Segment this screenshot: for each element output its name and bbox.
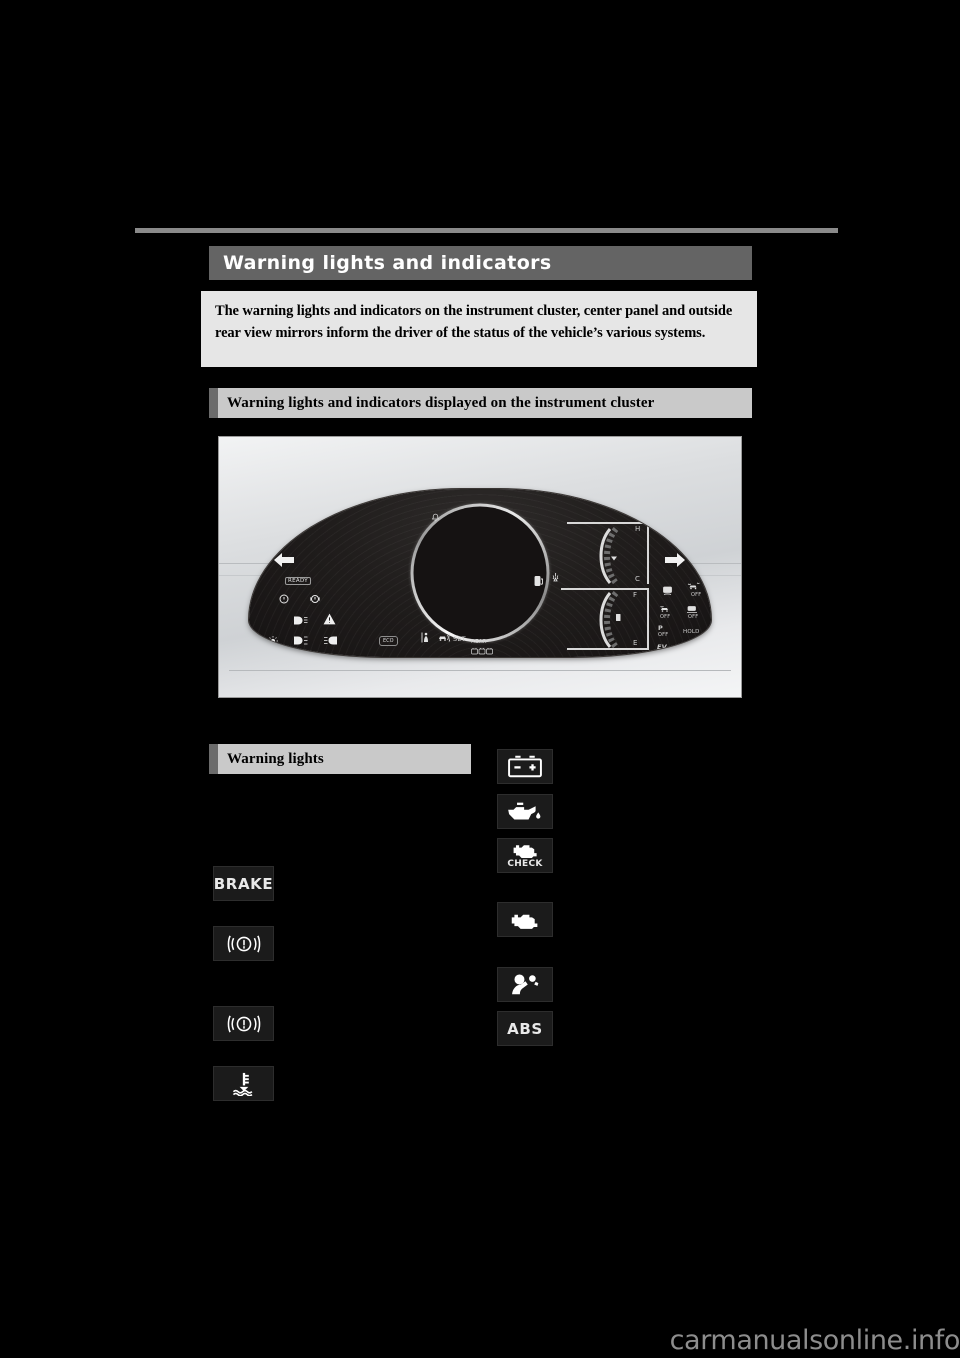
- eco-mode-indicator: ECO: [379, 636, 398, 646]
- brake-warning-light: BRAKE: [213, 866, 274, 901]
- coolant-gauge-low-label: C: [635, 575, 641, 583]
- parking-brake-warning-light: [213, 1006, 274, 1041]
- power-steering-icon: [280, 656, 294, 657]
- brake-hold-icon: [683, 641, 693, 651]
- coolant-gauge-high-label: H: [635, 525, 641, 533]
- bsm-indicator: BSM: [710, 644, 711, 651]
- instrument-cluster-figure: READY ECO SET REAR H C F E OFF OFF OFF P…: [218, 436, 742, 698]
- page-title-text: Warning lights and indicators: [223, 252, 552, 274]
- check-engine-label: CHECK: [507, 859, 543, 869]
- brake-hold-label: HOLD: [682, 651, 698, 657]
- brake-circle-icon: [227, 935, 260, 952]
- traction-off-icon: [659, 604, 671, 614]
- section-description: The warning lights and indicators on the…: [201, 291, 757, 367]
- pcs-off-label: OFF: [688, 614, 699, 620]
- fuel-gauge-right-rail: [647, 588, 649, 650]
- subheading-cluster-text: Warning lights and indicators displayed …: [227, 394, 655, 411]
- tail-light-icon: [267, 635, 279, 647]
- high-beam-icon: [293, 635, 308, 646]
- header-rule: [135, 228, 838, 233]
- engine-icon: [513, 845, 537, 858]
- page-title: Warning lights and indicators: [209, 246, 752, 280]
- high-coolant-temperature-warning-light: [213, 1066, 274, 1101]
- cruise-control-icon: [437, 632, 450, 643]
- master-warning-icon: [323, 613, 336, 625]
- section-description-text: The warning lights and indicators on the…: [215, 303, 733, 341]
- traction-off-label: OFF: [660, 614, 671, 620]
- charging-system-warning-light: [497, 749, 553, 784]
- fog-light-icon: [323, 635, 338, 646]
- srs-airbag-icon: [255, 656, 267, 657]
- coolant-temp-icon: [232, 1072, 252, 1096]
- rcta-off-icon: RCTA: [710, 624, 711, 630]
- brake-warning-light-label: BRAKE: [213, 874, 274, 893]
- low-engine-oil-pressure-warning-light: [497, 794, 553, 829]
- ev-mode-label: MODE: [657, 651, 674, 657]
- cruise-set-indicator: SET: [453, 635, 466, 643]
- turn-signal-left-icon: [273, 552, 295, 568]
- speedometer-ring: [411, 504, 550, 643]
- fuel-gauge-full-label: F: [633, 591, 638, 599]
- slip-indicator-icon: [662, 585, 673, 596]
- coolant-gauge-right-rail: [647, 522, 649, 584]
- alert-bell-icon: [431, 513, 440, 522]
- pks-off-icon: P: [658, 624, 663, 632]
- subheading-tab: [209, 744, 218, 774]
- subheading-tab: [209, 388, 218, 418]
- fuel-filler-side-icon: [615, 613, 623, 622]
- rear-seatbelt-seats-icon: [471, 647, 494, 655]
- brake-system-warning-light: [213, 926, 274, 961]
- pks-off-label: OFF: [658, 632, 669, 638]
- seatbelt-reminder-icon: [421, 631, 430, 644]
- manual-page: Warning lights and indicators The warnin…: [0, 0, 960, 1358]
- vsc-off-label: OFF: [691, 592, 702, 598]
- abs-warning-light-label: ABS: [507, 1019, 543, 1038]
- brake-circle-icon: [227, 1015, 260, 1032]
- coolant-thermometer-icon: [609, 551, 619, 562]
- pcs-warning-icon: [686, 604, 698, 614]
- engine-icon: [511, 914, 538, 929]
- ready-indicator: READY: [285, 577, 311, 585]
- rear-seatbelt-indicator: REAR: [471, 639, 487, 645]
- parking-brake-icon: [309, 593, 321, 605]
- turn-signal-right-icon: [664, 552, 686, 568]
- oil-can-icon: [508, 802, 541, 820]
- coolant-gauge-top-rail: [567, 522, 649, 524]
- brake-system-icon: [278, 593, 290, 605]
- glow-plug-icon: [551, 572, 560, 582]
- subheading-warning-lights-text: Warning lights: [227, 750, 324, 767]
- malfunction-indicator-lamp: [497, 902, 553, 937]
- fuel-pump-icon: [534, 575, 544, 587]
- low-beam-icon: [293, 615, 308, 626]
- battery-icon: [508, 755, 542, 778]
- abs-warning-light: ABS: [497, 1011, 553, 1046]
- site-watermark: carmanualsonline.info: [669, 1325, 960, 1356]
- subheading-cluster: Warning lights and indicators displayed …: [209, 388, 752, 418]
- dashboard-lower-edge: [229, 670, 731, 671]
- fuel-gauge-empty-label: E: [633, 639, 638, 647]
- hold-indicator: HOLD: [683, 629, 700, 635]
- check-engine-warning-light: CHECK: [497, 838, 553, 873]
- ev-mode-icon: EV: [657, 643, 667, 651]
- airbag-icon: [512, 973, 539, 994]
- washer-fluid-icon: [333, 656, 345, 657]
- vsc-off-icon: [687, 582, 700, 591]
- srs-warning-light: [497, 967, 553, 1002]
- subheading-warning-lights: Warning lights: [209, 744, 471, 774]
